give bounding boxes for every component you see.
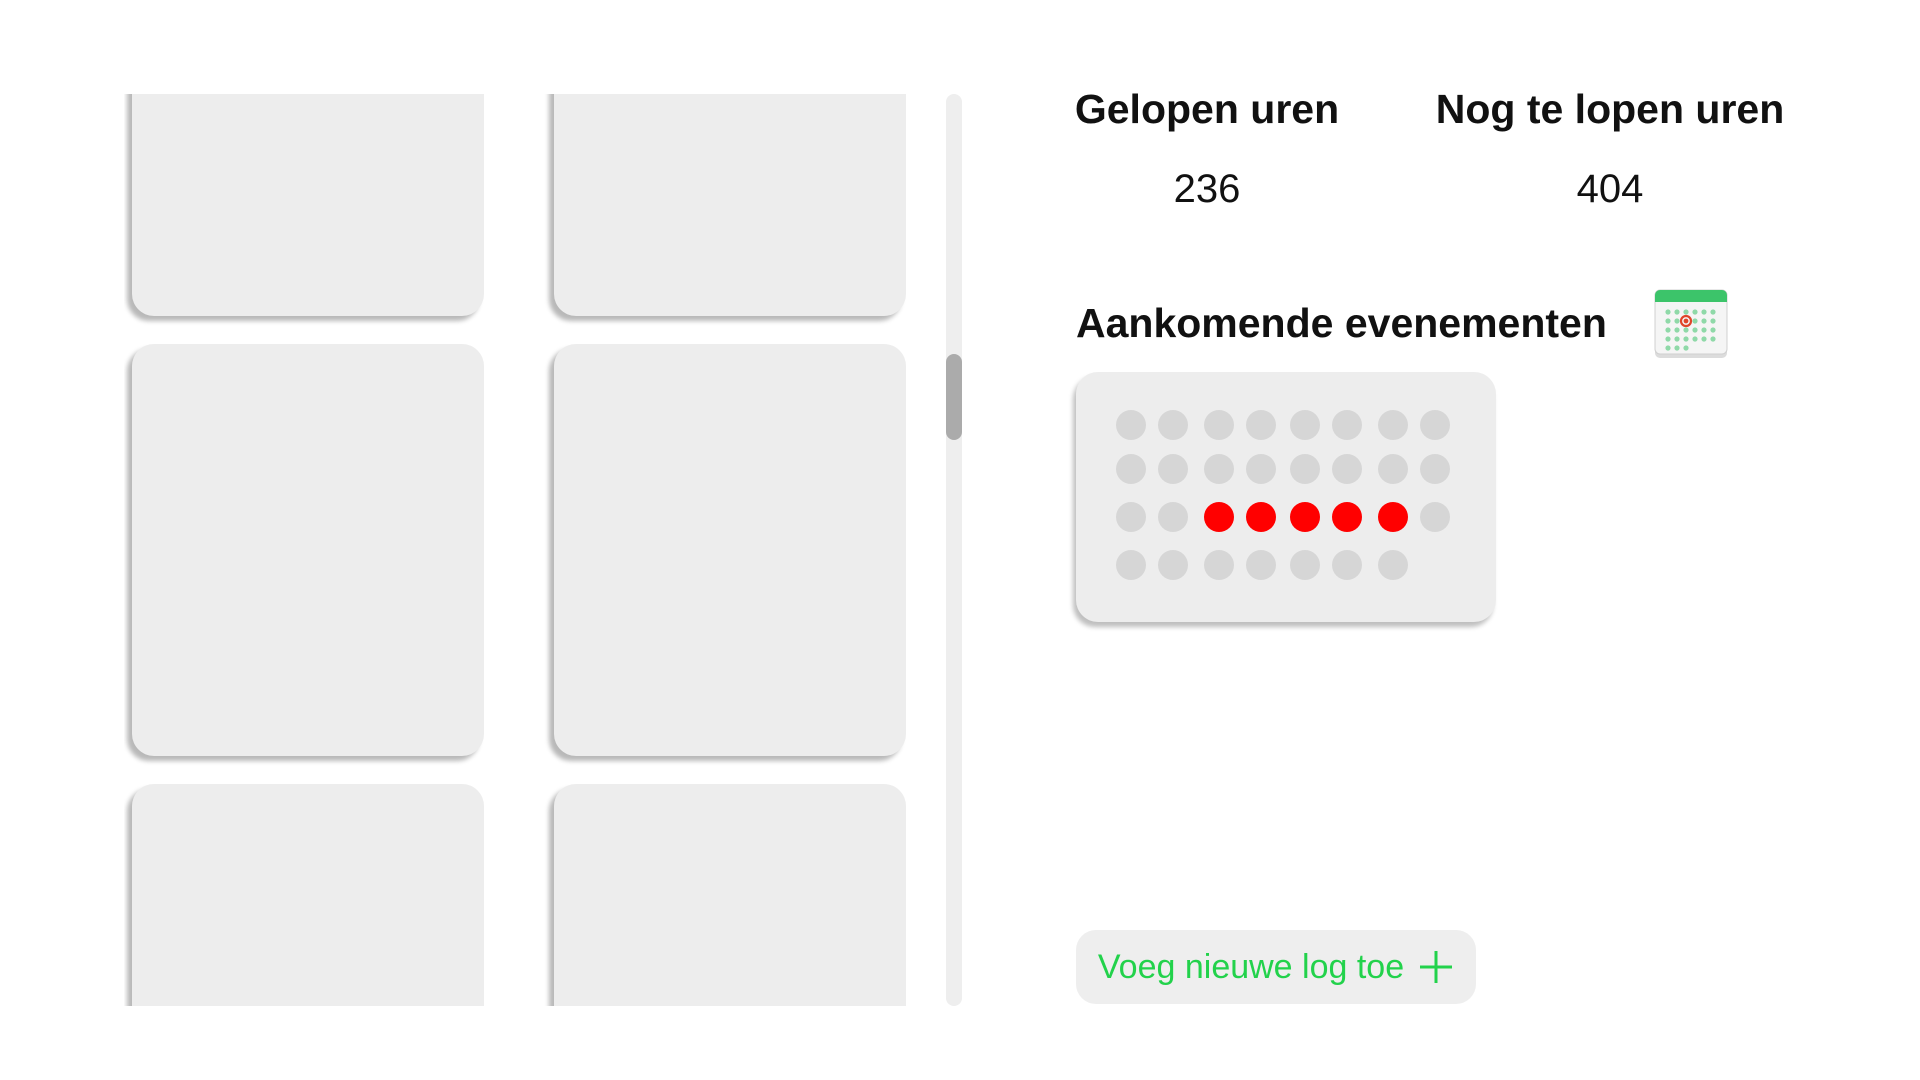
grid-scrollbar-thumb[interactable]: [946, 354, 962, 440]
walked-hours-value: 236: [1173, 167, 1241, 211]
upcoming-events-title: Aankomende evenementen: [1076, 300, 1607, 346]
calendar-day-dot[interactable]: [1246, 454, 1276, 484]
calendar-day-dot[interactable]: [1158, 454, 1188, 484]
calendar-day-dot[interactable]: [1116, 410, 1146, 440]
calendar-day-dot[interactable]: [1332, 410, 1362, 440]
dashboard-page: Gelopen uren 236 Nog te lopen uren 404 A…: [0, 0, 1920, 1080]
add-log-button-label: Voeg nieuwe log toe: [1097, 947, 1405, 986]
calendar-day-dot[interactable]: [1290, 410, 1320, 440]
calendar-day-dot[interactable]: [1246, 550, 1276, 580]
calendar-day-dot[interactable]: [1290, 550, 1320, 580]
log-card[interactable]: [554, 344, 906, 756]
calendar-day-dot[interactable]: [1158, 502, 1188, 532]
calendar-day-dot[interactable]: [1378, 550, 1408, 580]
log-card[interactable]: [554, 784, 906, 1006]
calendar-day-dot[interactable]: [1420, 410, 1450, 440]
calendar-icon: [1654, 289, 1728, 358]
calendar-day-dot[interactable]: [1420, 502, 1450, 532]
calendar-day-dot[interactable]: [1378, 410, 1408, 440]
log-card[interactable]: [132, 344, 484, 756]
calendar-day-dot[interactable]: [1332, 550, 1362, 580]
remaining-hours-stat: Nog te lopen uren 404: [1420, 86, 1800, 212]
log-card[interactable]: [132, 94, 484, 316]
log-card[interactable]: [554, 94, 906, 316]
event-day-dot[interactable]: [1204, 502, 1234, 532]
grid-scrollbar[interactable]: [946, 94, 962, 1006]
event-day-dot[interactable]: [1290, 502, 1320, 532]
calendar-day-dot[interactable]: [1332, 454, 1362, 484]
calendar-day-dot[interactable]: [1378, 454, 1408, 484]
calendar-day-dot[interactable]: [1420, 454, 1450, 484]
remaining-hours-value: 404: [1576, 167, 1644, 211]
add-log-button[interactable]: Voeg nieuwe log toe: [1076, 930, 1476, 1004]
calendar-day-dot[interactable]: [1290, 454, 1320, 484]
plus-icon: [1420, 951, 1453, 983]
calendar-day-dot[interactable]: [1116, 454, 1146, 484]
calendar-day-dot[interactable]: [1116, 502, 1146, 532]
calendar-day-dot[interactable]: [1204, 410, 1234, 440]
calendar-day-dot[interactable]: [1116, 550, 1146, 580]
log-card[interactable]: [132, 784, 484, 1006]
event-day-dot[interactable]: [1246, 502, 1276, 532]
calendar-day-dot[interactable]: [1204, 550, 1234, 580]
calendar-day-dot[interactable]: [1158, 410, 1188, 440]
calendar-day-dot[interactable]: [1158, 550, 1188, 580]
event-day-dot[interactable]: [1378, 502, 1408, 532]
events-calendar-card[interactable]: [1076, 372, 1496, 622]
calendar-day-dot[interactable]: [1246, 410, 1276, 440]
log-card-grid[interactable]: [124, 94, 914, 1006]
event-day-dot[interactable]: [1332, 502, 1362, 532]
walked-hours-label: Gelopen uren: [1074, 86, 1340, 132]
calendar-day-dot[interactable]: [1204, 454, 1234, 484]
walked-hours-stat: Gelopen uren 236: [1062, 86, 1352, 212]
remaining-hours-label: Nog te lopen uren: [1435, 86, 1785, 132]
